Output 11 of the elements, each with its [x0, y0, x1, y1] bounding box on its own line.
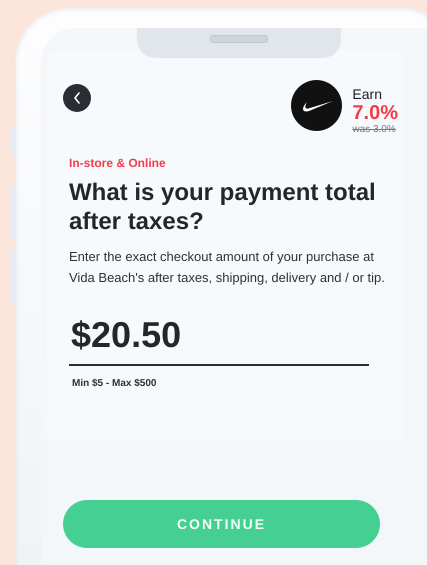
channel-label: In-store & Online	[69, 156, 167, 170]
chevron-left-icon	[72, 91, 82, 105]
description-text: Enter the exact checkout amount of your purchase at Vida Beach's after taxes, shipping, delivery and / or tip.	[69, 248, 386, 287]
speaker-grille	[210, 35, 268, 43]
amount-field[interactable]: $20.50	[69, 314, 369, 366]
back-button[interactable]	[63, 84, 91, 112]
reward-rate: 7.0%	[352, 102, 398, 124]
range-hint: Min $5 - Max $500	[72, 378, 158, 389]
previous-rate: was 3.0%	[352, 124, 397, 136]
earn-label: Earn	[352, 86, 383, 102]
question-title: What is your payment total after taxes?	[69, 178, 377, 236]
